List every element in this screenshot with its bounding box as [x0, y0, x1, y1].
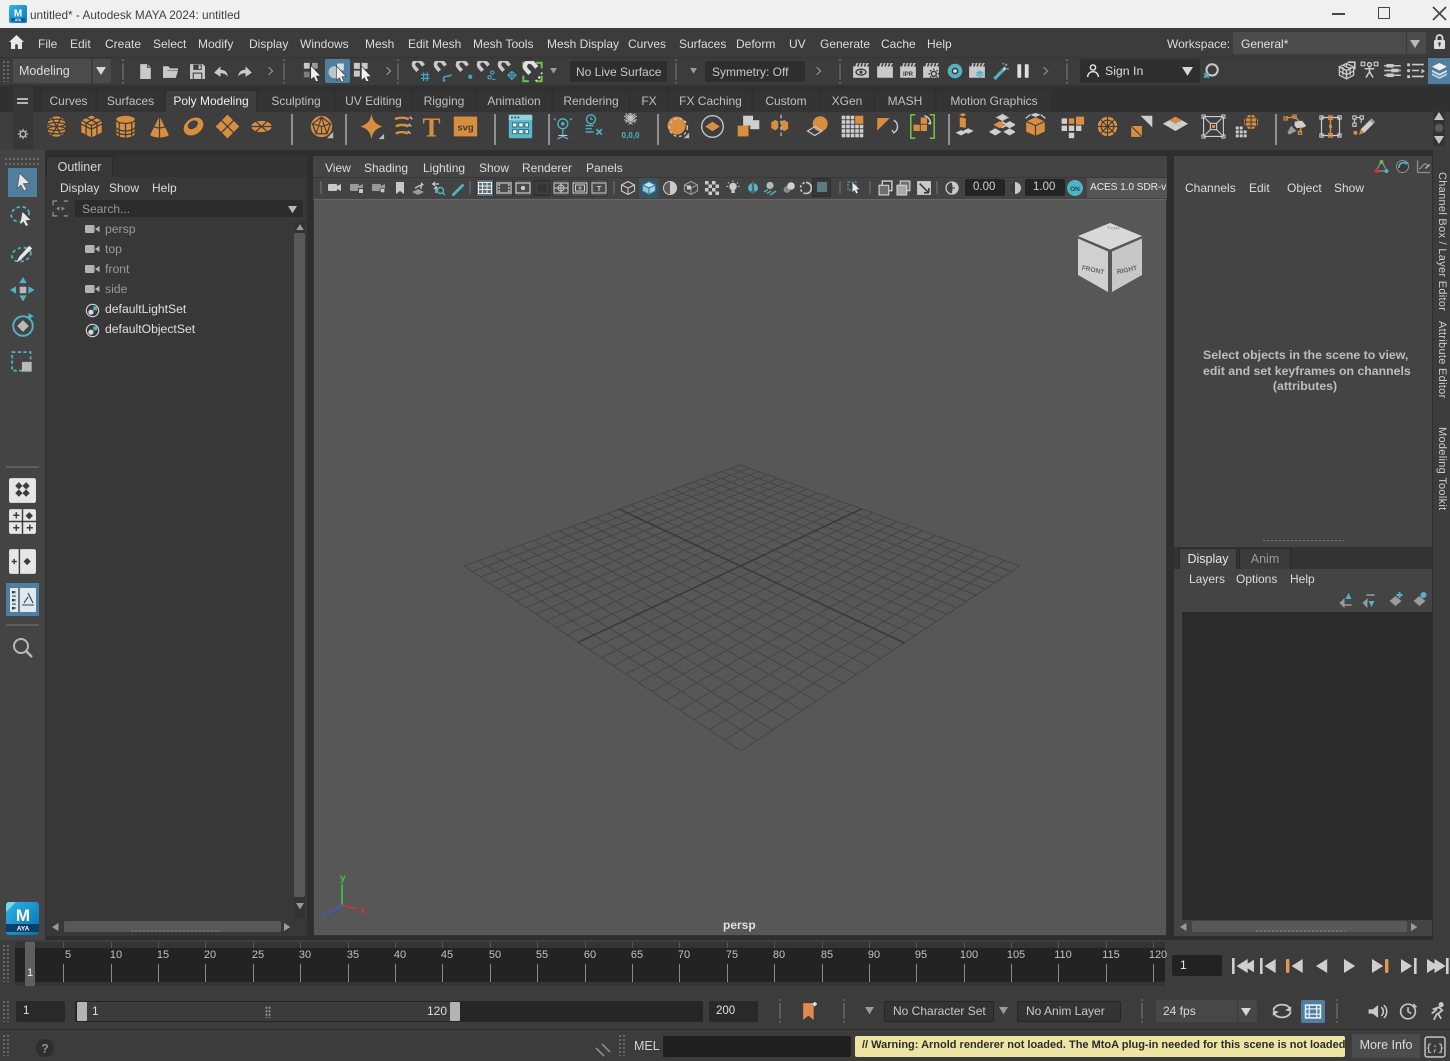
- svg-text:x: x: [360, 905, 366, 916]
- svg-text:z: z: [322, 909, 327, 920]
- svg-text:T: T: [597, 184, 602, 193]
- svg-text:AYA: AYA: [17, 926, 30, 933]
- svg-text:IPR: IPR: [903, 72, 914, 78]
- svg-text:svg: svg: [457, 123, 473, 134]
- svg-text:0,0,0: 0,0,0: [622, 131, 640, 140]
- svg-text:M: M: [16, 906, 30, 925]
- svg-text:T: T: [422, 113, 440, 140]
- svg-text:?: ?: [41, 1041, 48, 1055]
- svg-text:{;}: {;}: [1426, 1043, 1444, 1054]
- svg-text:ON: ON: [1070, 186, 1080, 193]
- svg-text:y: y: [340, 873, 346, 884]
- svg-text:AYA: AYA: [15, 18, 22, 22]
